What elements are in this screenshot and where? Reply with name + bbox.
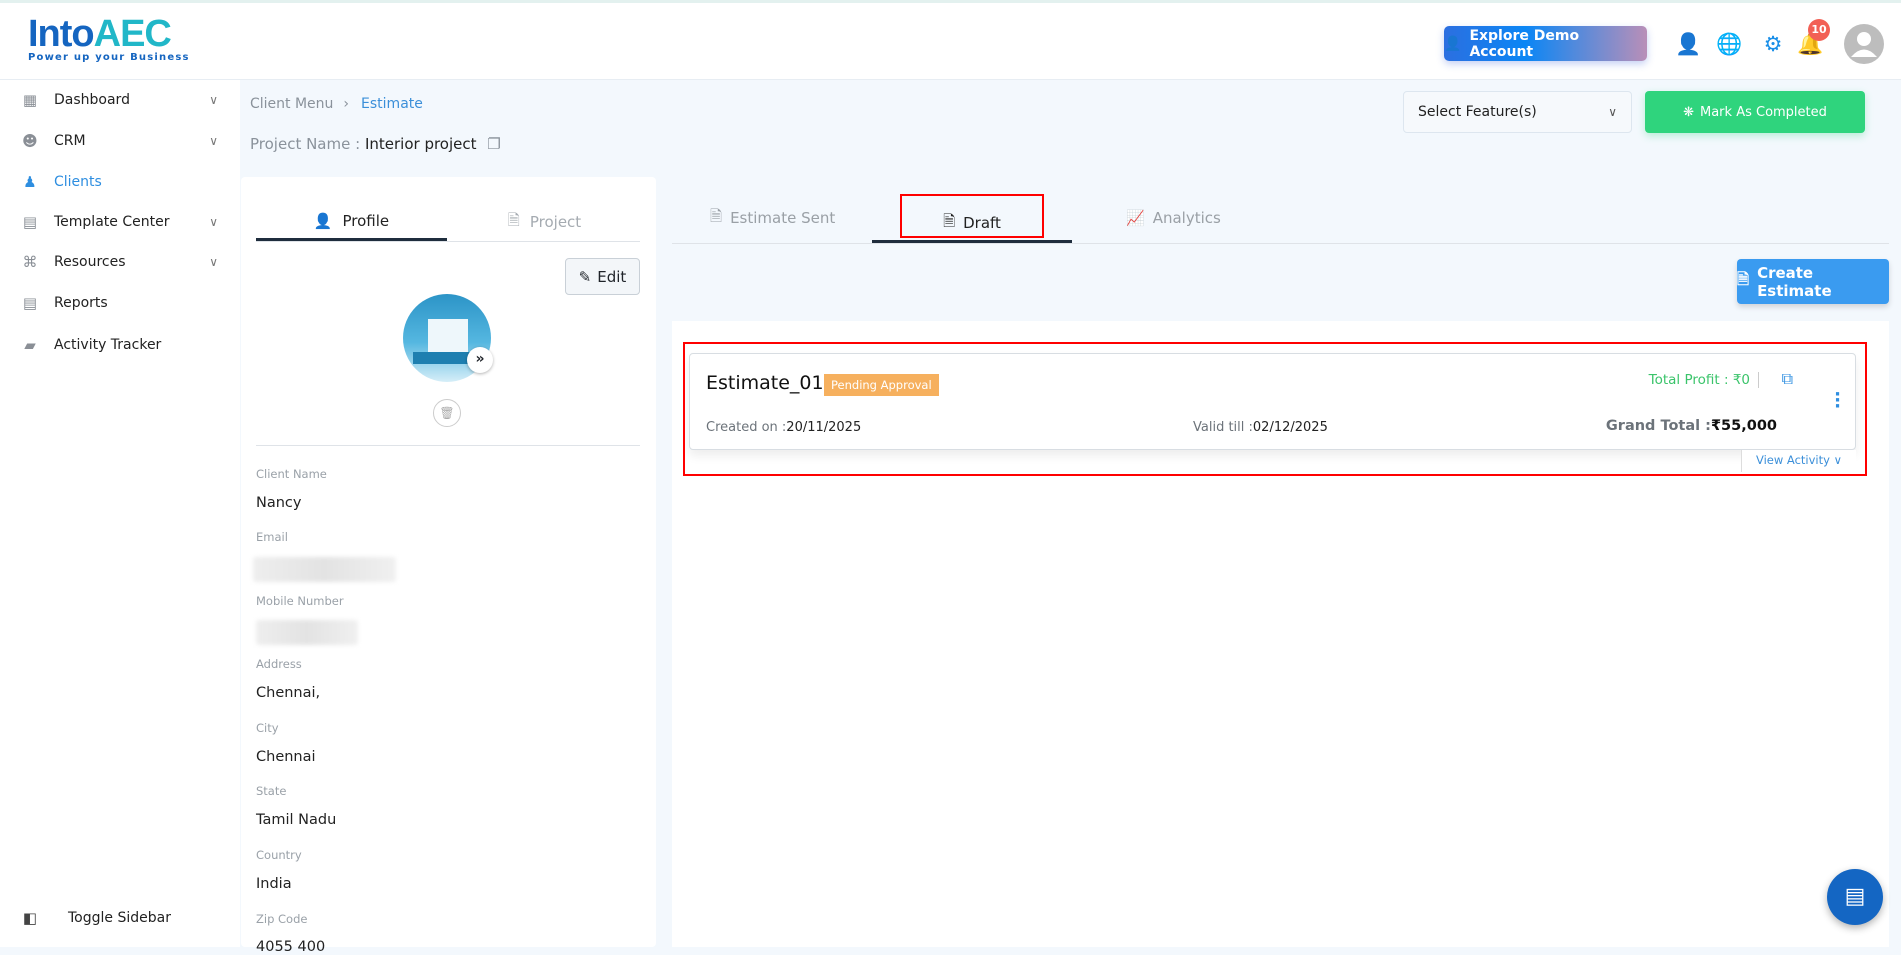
tab-analytics[interactable]: 📈 Analytics bbox=[1126, 200, 1221, 236]
mobile-value-redacted bbox=[256, 620, 358, 645]
mark-as-completed-button[interactable]: ❋ Mark As Completed bbox=[1645, 91, 1865, 133]
country-value: India bbox=[256, 876, 292, 892]
tab-divider bbox=[256, 241, 640, 242]
clients-icon: ♟ bbox=[23, 173, 37, 191]
badge-check-icon: ❋ bbox=[1683, 104, 1694, 120]
chat-icon: ▤ bbox=[1844, 884, 1866, 909]
resources-icon: ⌘ bbox=[22, 253, 38, 271]
activity-icon: ▰ bbox=[24, 336, 36, 354]
tab-project[interactable]: 🗎 Project bbox=[449, 203, 640, 241]
breadcrumb: Client Menu › Estimate bbox=[250, 96, 423, 112]
pencil-icon: ✎ bbox=[578, 267, 592, 286]
edit-button[interactable]: ✎ Edit bbox=[565, 258, 640, 295]
sidebar-item-reports[interactable]: ▤ Reports bbox=[0, 285, 240, 321]
breadcrumb-client-menu[interactable]: Client Menu bbox=[250, 96, 333, 112]
chevron-right-icon: › bbox=[343, 96, 350, 112]
field-label: Country bbox=[256, 848, 302, 862]
notification-badge: 10 bbox=[1808, 19, 1830, 41]
tab-estimate-sent[interactable]: 🗎 Estimate Sent bbox=[710, 200, 835, 236]
analytics-icon: 📈 bbox=[1126, 209, 1145, 227]
toggle-sidebar-button[interactable]: ◧ Toggle Sidebar bbox=[0, 900, 240, 936]
reports-icon: ▤ bbox=[22, 294, 38, 312]
address-value: Chennai, bbox=[256, 685, 321, 701]
template-icon: ▤ bbox=[22, 213, 38, 231]
tab-divider bbox=[672, 243, 1889, 244]
top-header: IntoAEC Power up your Business 👤 Explore … bbox=[0, 0, 1901, 80]
user-avatar[interactable] bbox=[1844, 24, 1884, 64]
copy-icon[interactable]: ❐ bbox=[487, 135, 500, 153]
chevron-down-icon: ∨ bbox=[209, 134, 218, 148]
user-icon: 👤 bbox=[313, 211, 333, 230]
city-value: Chennai bbox=[256, 749, 316, 765]
highlight-draft-tab bbox=[900, 194, 1044, 238]
sidebar-item-activity-tracker[interactable]: ▰ Activity Tracker bbox=[0, 327, 240, 363]
receipt-icon: 🗎 bbox=[1737, 270, 1750, 288]
field-label: City bbox=[256, 721, 279, 735]
globe-icon[interactable]: 🌐 bbox=[1716, 31, 1742, 57]
create-estimate-button[interactable]: 🗎 Create Estimate bbox=[1737, 259, 1889, 304]
client-name-value: Nancy bbox=[256, 495, 302, 511]
user-icon bbox=[1851, 32, 1877, 57]
email-value-redacted bbox=[253, 557, 396, 582]
explore-demo-button[interactable]: 👤 Explore Demo Account bbox=[1444, 26, 1647, 61]
chevron-down-icon: ∨ bbox=[209, 93, 218, 107]
field-label: Mobile Number bbox=[256, 594, 344, 608]
chevron-down-icon: ∨ bbox=[1608, 105, 1617, 119]
sidebar-toggle-icon: ◧ bbox=[22, 909, 38, 927]
divider bbox=[256, 445, 640, 446]
field-label: Address bbox=[256, 657, 302, 671]
sidebar-item-dashboard[interactable]: ▦ Dashboard ∨ bbox=[0, 82, 240, 118]
sidebar-item-resources[interactable]: ⌘ Resources ∨ bbox=[0, 244, 240, 280]
chevron-down-icon: ∨ bbox=[209, 215, 218, 229]
state-value: Tamil Nadu bbox=[256, 812, 337, 828]
delete-icon[interactable]: 🗑 bbox=[433, 399, 461, 427]
chevron-down-icon: ∨ bbox=[209, 255, 218, 269]
chat-button[interactable]: ▤ bbox=[1827, 869, 1883, 925]
sidebar-item-template-center[interactable]: ▤ Template Center ∨ bbox=[0, 204, 240, 240]
add-user-icon[interactable]: 👤 bbox=[1675, 31, 1701, 57]
feature-select[interactable]: Select Feature(s) ∨ bbox=[1403, 91, 1632, 133]
user-gear-icon: 👤 bbox=[1444, 35, 1462, 52]
sidebar: ▦ Dashboard ∨ ☻ CRM ∨ ♟ Clients ▤ Template Cen… bbox=[0, 80, 240, 947]
sidebar-item-crm[interactable]: ☻ CRM ∨ bbox=[0, 123, 240, 159]
sidebar-item-clients[interactable]: ♟ Clients bbox=[0, 164, 240, 200]
receipt-icon: 🗎 bbox=[710, 206, 723, 225]
dashboard-icon: ▦ bbox=[22, 91, 38, 109]
zip-code-value: 4055 400 bbox=[256, 939, 326, 955]
field-label: Zip Code bbox=[256, 912, 308, 926]
client-profile-panel: 👤 Profile 🗎 Project ✎ Edit » 🗑 Client Name … bbox=[241, 177, 656, 955]
tab-profile[interactable]: 👤 Profile bbox=[256, 203, 447, 241]
breadcrumb-current: Estimate bbox=[361, 96, 423, 112]
crm-icon: ☻ bbox=[22, 132, 38, 150]
highlight-estimate-card bbox=[683, 342, 1867, 476]
gear-icon[interactable]: ⚙ bbox=[1760, 31, 1786, 57]
expand-icon[interactable]: » bbox=[467, 347, 493, 373]
document-icon: 🗎 bbox=[507, 210, 520, 229]
project-name: Project Name : Interior project ❐ bbox=[250, 135, 501, 153]
field-label: State bbox=[256, 784, 287, 798]
field-label: Client Name bbox=[256, 467, 327, 481]
field-label: Email bbox=[256, 530, 288, 544]
logo[interactable]: IntoAEC Power up your Business bbox=[28, 13, 190, 63]
